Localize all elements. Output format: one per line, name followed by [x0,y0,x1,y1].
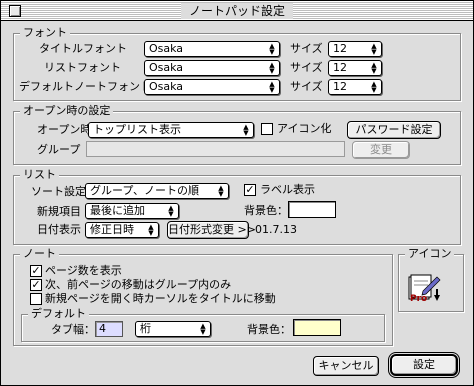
list-font-value: Osaka [149,61,184,74]
close-box[interactable] [9,5,21,17]
note-bg-color-label: 背景色： [247,323,291,336]
iconize-label: アイコン化 [277,122,332,135]
default-note-font-label: デフォルトノートフォント [19,80,151,93]
list-font-popup[interactable]: Osaka ▲ ▼ [144,60,280,76]
move-within-group-checkbox[interactable]: ✓ [30,279,42,291]
open-label: オープン時 [37,123,92,136]
open-mode-popup[interactable]: トップリスト表示 ▲ ▼ [88,122,254,138]
default-note-size-popup[interactable]: 12 ▲ ▼ [328,79,382,95]
cancel-button[interactable]: キャンセル [313,356,379,376]
popup-arrows-icon: ▲ ▼ [243,123,249,137]
note-bg-color-swatch[interactable] [293,319,341,336]
popup-arrows-icon: ▲ ▼ [371,80,377,94]
svg-text:Pro: Pro [410,294,427,304]
group-label: グループ [37,143,81,156]
date-display-popup[interactable]: 修正日時 ▲ ▼ [85,222,159,238]
default-note-size-value: 12 [333,80,347,93]
sort-value: グループ、ノートの順 [90,184,200,197]
title-font-value: Osaka [149,42,184,55]
cursor-to-title-checkbox[interactable] [30,293,42,305]
list-bg-color-swatch[interactable] [288,201,336,218]
label-display-checkbox[interactable]: ✓ [244,184,256,196]
password-settings-button[interactable]: パスワード設定 [347,121,441,139]
popup-arrows-icon: ▲ ▼ [218,184,224,198]
title-size-value: 12 [333,42,347,55]
tab-width-label: タブ幅： [51,323,95,336]
list-size-value: 12 [333,61,347,74]
show-page-number-checkbox[interactable]: ✓ [30,265,42,277]
default-note-font-value: Osaka [149,80,184,93]
date-display-label: 日付表示 [37,223,81,236]
list-size-label: サイズ [290,61,323,74]
date-format-button[interactable]: 日付形式変更 >> [167,221,256,239]
default-note-font-popup[interactable]: Osaka ▲ ▼ [144,79,280,95]
popup-arrows-icon: ▲ ▼ [148,223,154,237]
group-field [86,141,345,157]
date-display-value: 修正日時 [90,223,134,236]
popup-arrows-icon: ▲ ▼ [371,42,377,56]
list-font-label: リストフォント [44,61,121,74]
settings-window: ノートパッド設定 フォント タイトルフォント Osaka ▲ ▼ サイズ 12 ▲… [0,0,474,386]
open-mode-value: トップリスト表示 [93,123,181,136]
tab-unit-value: 桁 [140,322,151,335]
iconize-checkbox[interactable] [261,123,273,135]
open-settings-group-title: オープン時の設定 [20,104,114,118]
sort-label: ソート設定 [31,185,86,198]
popup-arrows-icon: ▲ ▼ [371,61,377,75]
icon-group-title: アイコン [405,247,455,261]
popup-arrows-icon: ▲ ▼ [200,322,206,336]
sort-popup[interactable]: グループ、ノートの順 ▲ ▼ [85,183,229,199]
title-font-label: タイトルフォント [39,42,127,55]
ok-button[interactable]: 設定 [390,354,458,376]
pro-notepad-icon[interactable]: Pro [407,271,441,305]
label-display-label: ラベル表示 [260,183,315,196]
date-sample: 01.7.13 [255,223,297,236]
new-item-label: 新規項目 [37,205,81,218]
new-item-popup[interactable]: 最後に追加 ▲ ▼ [85,203,179,219]
tab-width-field[interactable]: 4 [95,321,123,337]
pro-notepad-icon-svg: Pro [408,274,441,304]
title-bar[interactable]: ノートパッド設定 [1,1,473,21]
window-title: ノートパッド設定 [180,3,294,19]
list-bg-color-label: 背景色： [244,204,288,217]
popup-arrows-icon: ▲ ▼ [269,80,275,94]
popup-arrows-icon: ▲ ▼ [168,204,174,218]
cursor-to-title-label: 新規ページを開く時カーソルをタイトルに移動 [45,292,276,305]
note-group-title: ノート [20,247,59,261]
title-size-popup[interactable]: 12 ▲ ▼ [328,41,382,57]
title-font-popup[interactable]: Osaka ▲ ▼ [144,41,280,57]
title-size-label: サイズ [290,42,323,55]
list-size-popup[interactable]: 12 ▲ ▼ [328,60,382,76]
new-item-value: 最後に追加 [90,204,145,217]
change-button[interactable]: 変更 [352,141,410,159]
tab-unit-popup[interactable]: 桁 ▲ ▼ [135,321,211,337]
default-group-title: デフォルト [28,307,89,321]
default-note-size-label: サイズ [290,80,323,93]
popup-arrows-icon: ▲ ▼ [269,42,275,56]
font-group-title: フォント [20,26,70,40]
popup-arrows-icon: ▲ ▼ [269,61,275,75]
list-group-title: リスト [20,168,59,182]
